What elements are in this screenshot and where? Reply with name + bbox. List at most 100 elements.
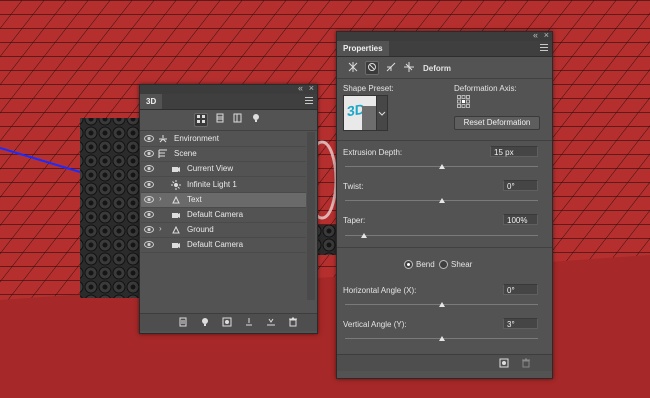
scene-item-text[interactable]: › Text: [141, 192, 306, 208]
panel-properties-titlebar[interactable]: « ×: [337, 30, 552, 41]
scene-item-environment[interactable]: Environment: [141, 132, 306, 147]
scene-item-label: Scene: [174, 149, 197, 159]
shape-preset-dropdown[interactable]: [376, 95, 388, 131]
vertical-angle-slider-thumb[interactable]: [438, 336, 445, 341]
close-icon[interactable]: ×: [544, 30, 549, 40]
panel-menu-icon[interactable]: [540, 44, 548, 51]
panel-3d-bottom-bar: [140, 313, 317, 331]
mesh-icon: [171, 195, 181, 205]
visibility-eye-icon[interactable]: [144, 195, 154, 204]
mesh-mode-icon[interactable]: [347, 62, 359, 74]
move-to-ground-icon[interactable]: [266, 317, 276, 327]
shear-label: Shear: [451, 260, 473, 269]
twist-slider-thumb[interactable]: [438, 198, 445, 203]
camera-icon: [171, 210, 181, 220]
delete-icon[interactable]: [521, 358, 531, 368]
scene-item-default-camera[interactable]: Default Camera: [141, 238, 306, 254]
scrollbar[interactable]: [307, 132, 315, 300]
add-mesh-icon[interactable]: [222, 317, 232, 327]
horizontal-angle-label: Horizontal Angle (X):: [343, 286, 417, 295]
panel-properties-tabbar: Properties: [337, 41, 552, 57]
materials-filter-icon[interactable]: [232, 113, 244, 125]
scene-item-label: Text: [187, 194, 202, 204]
environment-icon: [158, 134, 168, 144]
panel-menu-icon[interactable]: [305, 97, 313, 104]
scene-item-label: Environment: [174, 134, 219, 143]
lights-filter-icon[interactable]: [250, 113, 262, 125]
render-settings-icon[interactable]: [499, 358, 509, 368]
trash-icon[interactable]: [288, 317, 298, 327]
preset-divider: [337, 140, 552, 141]
collapse-icon[interactable]: «: [533, 30, 538, 40]
vertical-angle-input[interactable]: 3°: [503, 318, 538, 329]
scene-item-ground[interactable]: › Ground: [141, 223, 306, 239]
tab-properties[interactable]: Properties: [337, 41, 389, 56]
preset-thumb-shade: [362, 106, 376, 130]
twist-label: Twist:: [343, 182, 364, 191]
taper-label: Taper:: [343, 216, 366, 225]
expand-caret-icon[interactable]: ›: [159, 194, 162, 203]
scene-item-label: Current View: [187, 164, 234, 174]
cap-mode-icon[interactable]: [385, 62, 397, 74]
mode-divider: [337, 78, 552, 79]
scene-item-current-view[interactable]: Current View: [141, 162, 306, 178]
camera-icon: [171, 240, 181, 250]
shear-radio[interactable]: [439, 260, 448, 269]
extrusion-depth-label: Extrusion Depth:: [343, 148, 403, 157]
deform-mode-icon[interactable]: [365, 61, 379, 75]
panel-3d-titlebar[interactable]: « ×: [140, 83, 317, 94]
reset-deformation-button[interactable]: Reset Deformation: [454, 116, 540, 130]
scene-item-infinite-light-1[interactable]: Infinite Light 1: [141, 178, 306, 193]
shape-preset-thumbnail[interactable]: 3D: [343, 95, 377, 131]
meshes-filter-icon[interactable]: [214, 113, 226, 125]
taper-input[interactable]: 100%: [503, 214, 538, 225]
mode-title: Deform: [423, 64, 452, 73]
mesh-icon: [171, 225, 181, 235]
shape-preset-label: Shape Preset:: [343, 84, 394, 93]
camera-icon: [171, 164, 181, 174]
visibility-eye-icon[interactable]: [144, 180, 154, 189]
visibility-eye-icon[interactable]: [144, 210, 154, 219]
extrusion-depth-input[interactable]: 15 px: [490, 146, 538, 157]
vertical-angle-label: Vertical Angle (Y):: [343, 320, 407, 329]
taper-slider[interactable]: [345, 235, 538, 236]
scene-item-scene[interactable]: Scene: [141, 147, 306, 163]
scene-item-label: Infinite Light 1: [187, 179, 237, 189]
visibility-eye-icon[interactable]: [144, 164, 154, 173]
panel-3d: « × 3D Environment Scene Current View Infin…: [139, 83, 318, 334]
panel-3d-tabbar: 3D: [140, 94, 317, 110]
expand-caret-icon[interactable]: ›: [159, 224, 162, 233]
bend-radio[interactable]: [404, 260, 413, 269]
coordinates-mode-icon[interactable]: [403, 62, 415, 74]
visibility-eye-icon[interactable]: [144, 225, 154, 234]
extrusion-depth-slider-thumb[interactable]: [438, 164, 445, 169]
ground-icon[interactable]: [244, 317, 254, 327]
light-icon: [171, 179, 181, 190]
bend-label: Bend: [416, 260, 435, 269]
toolbar-divider: [140, 130, 317, 131]
horizontal-angle-slider-thumb[interactable]: [438, 302, 445, 307]
scene-icon: [158, 149, 168, 159]
taper-slider-thumb[interactable]: [361, 233, 368, 238]
deformation-axis-grid-icon[interactable]: [457, 95, 470, 108]
close-icon[interactable]: ×: [309, 83, 314, 93]
collapse-icon[interactable]: «: [298, 83, 303, 93]
new-light-icon[interactable]: [200, 317, 210, 327]
extruded-text-object: [80, 118, 140, 298]
scene-item-default-camera[interactable]: Default Camera: [141, 208, 306, 223]
twist-input[interactable]: 0°: [503, 180, 538, 191]
taper-divider: [337, 247, 552, 248]
visibility-eye-icon[interactable]: [144, 149, 154, 158]
properties-bottom-bar: [337, 354, 552, 371]
scene-list: Environment Scene Current View Infinite Lig…: [140, 132, 308, 302]
visibility-eye-icon[interactable]: [144, 240, 154, 249]
deformation-axis-label: Deformation Axis:: [454, 84, 517, 93]
scene-item-label: Default Camera: [187, 240, 244, 250]
render-icon[interactable]: [178, 317, 188, 327]
tab-3d[interactable]: 3D: [140, 94, 163, 109]
whole-scene-filter-icon[interactable]: [194, 113, 208, 127]
horizontal-angle-input[interactable]: 0°: [503, 284, 538, 295]
scene-item-label: Default Camera: [187, 210, 244, 219]
scene-item-label: Ground: [187, 225, 214, 235]
visibility-eye-icon[interactable]: [144, 134, 154, 143]
